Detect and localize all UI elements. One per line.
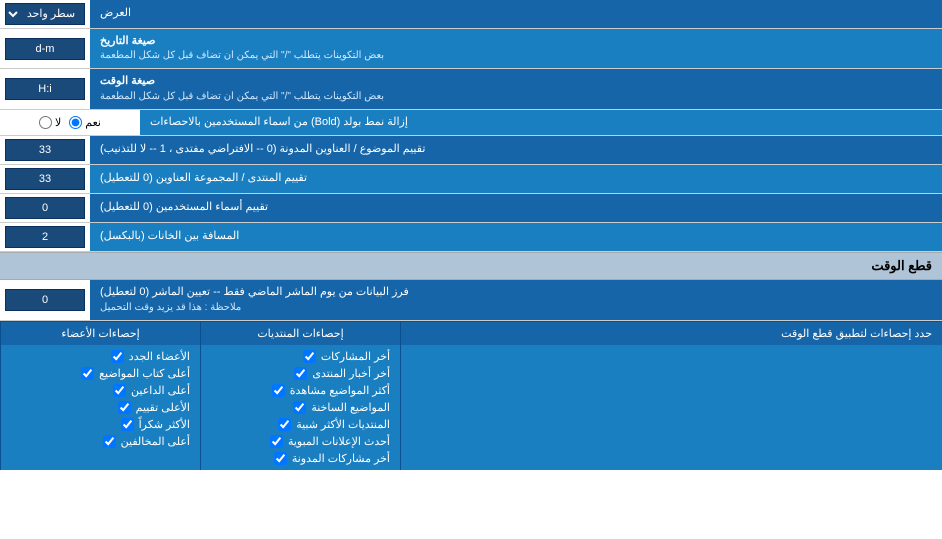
stats-col2-item-1: أعلى كتاب المواضيع bbox=[6, 365, 195, 382]
cutoff-input[interactable] bbox=[5, 289, 85, 311]
time-format-input-cell bbox=[0, 69, 90, 108]
display-mode-select[interactable]: سطر واحد سطران bbox=[5, 3, 85, 25]
sort-subjects-label: تقييم الموضوع / العناوين المدونة (0 -- ا… bbox=[90, 136, 942, 164]
stats-col2-item-4-label: الأكثر شكراً bbox=[139, 418, 190, 431]
stats-col1-item-5-checkbox[interactable] bbox=[270, 435, 283, 448]
stats-col2-item-1-checkbox[interactable] bbox=[81, 367, 94, 380]
stats-col1-item-1: أخر أخبار المنتدى bbox=[206, 365, 395, 382]
radio-no-label: لا bbox=[39, 116, 61, 129]
sort-forum-label: تقييم المنتدى / المجموعة العناوين (0 للت… bbox=[90, 165, 942, 193]
radio-yes-label: نعم bbox=[69, 116, 101, 129]
remove-bold-row: إزالة نمط بولد (Bold) من اسماء المستخدمي… bbox=[0, 110, 942, 136]
date-format-input-cell bbox=[0, 29, 90, 68]
cutoff-note: ملاحظة : هذا قد يزيد وقت التحميل bbox=[100, 301, 241, 315]
stats-col1-item-6: أخر مشاركات المدونة bbox=[206, 450, 395, 467]
gap-columns-row: المسافة بين الخانات (بالبكسل) bbox=[0, 223, 942, 252]
time-format-title: صيغة الوقت bbox=[100, 74, 155, 89]
stats-col1-item-5-label: أحدث الإعلانات المبوية bbox=[288, 435, 390, 448]
stats-col1-header: إحصاءات المنتديات bbox=[200, 322, 400, 345]
date-format-title: صيغة التاريخ bbox=[100, 34, 155, 49]
sort-forum-row: تقييم المنتدى / المجموعة العناوين (0 للت… bbox=[0, 165, 942, 194]
sort-forum-input[interactable] bbox=[5, 168, 85, 190]
stats-col2-item-2: أعلى الداعين bbox=[6, 382, 195, 399]
stats-col1-item-4-checkbox[interactable] bbox=[278, 418, 291, 431]
section-cutoff-title: قطع الوقت bbox=[871, 258, 932, 273]
stats-col2-item-3-label: الأعلى تقييم bbox=[136, 401, 190, 414]
stats-empty bbox=[400, 345, 942, 470]
sort-subjects-input-cell bbox=[0, 136, 90, 164]
stats-col2-item-0-label: الأعضاء الجدد bbox=[129, 350, 190, 363]
stats-col1-item-0: أخر المشاركات bbox=[206, 348, 395, 365]
sort-users-row: تقييم أسماء المستخدمين (0 للتعطيل) bbox=[0, 194, 942, 223]
stats-col2: الأعضاء الجدد أعلى كتاب المواضيع أعلى ال… bbox=[0, 345, 200, 470]
gap-columns-label: المسافة بين الخانات (بالبكسل) bbox=[90, 223, 942, 251]
date-format-row: صيغة التاريخ بعض التكوينات يتطلب "/" الت… bbox=[0, 29, 942, 69]
stats-col2-item-1-label: أعلى كتاب المواضيع bbox=[99, 367, 190, 380]
cutoff-row: فرز البيانات من يوم الماشر الماضي فقط --… bbox=[0, 280, 942, 320]
stats-col2-item-0-checkbox[interactable] bbox=[111, 350, 124, 363]
sort-subjects-input[interactable] bbox=[5, 139, 85, 161]
stats-col1-item-2-label: أكثر المواضيع مشاهدة bbox=[290, 384, 390, 397]
gap-columns-input-cell bbox=[0, 223, 90, 251]
time-format-note: بعض التكوينات يتطلب "/" التي يمكن ان تضا… bbox=[100, 90, 384, 104]
stats-col1: أخر المشاركات أخر أخبار المنتدى أكثر الم… bbox=[200, 345, 400, 470]
cutoff-label: فرز البيانات من يوم الماشر الماضي فقط --… bbox=[90, 280, 942, 319]
stats-col1-item-1-label: أخر أخبار المنتدى bbox=[312, 367, 390, 380]
stats-col2-item-3-checkbox[interactable] bbox=[118, 401, 131, 414]
stats-col1-item-4: المنتديات الأكثر شبية bbox=[206, 416, 395, 433]
stats-col2-item-4: الأكثر شكراً bbox=[6, 416, 195, 433]
date-format-label: صيغة التاريخ بعض التكوينات يتطلب "/" الت… bbox=[90, 29, 942, 68]
sort-users-input-cell bbox=[0, 194, 90, 222]
radio-no-text: لا bbox=[55, 116, 61, 129]
cutoff-main-text: فرز البيانات من يوم الماشر الماضي فقط --… bbox=[100, 285, 409, 300]
stats-col1-item-5: أحدث الإعلانات المبوية bbox=[206, 433, 395, 450]
time-format-input[interactable] bbox=[5, 78, 85, 100]
stats-col2-item-5-label: أعلى المخالفين bbox=[121, 435, 190, 448]
stats-col2-item-5: أعلى المخالفين bbox=[6, 433, 195, 450]
stats-col2-header: إحصاءات الأعضاء bbox=[0, 322, 200, 345]
stats-limit-label: حدد إحصاءات لتطبيق قطع الوقت bbox=[400, 322, 942, 345]
stats-col1-item-3-checkbox[interactable] bbox=[293, 401, 306, 414]
sort-forum-input-cell bbox=[0, 165, 90, 193]
section-cutoff-header: قطع الوقت bbox=[0, 252, 942, 280]
stats-col1-item-3-label: المواضيع الساخنة bbox=[311, 401, 390, 414]
date-format-input[interactable] bbox=[5, 38, 85, 60]
remove-bold-label: إزالة نمط بولد (Bold) من اسماء المستخدمي… bbox=[140, 110, 942, 135]
remove-bold-radio-cell: نعم لا bbox=[0, 110, 140, 135]
time-format-row: صيغة الوقت بعض التكوينات يتطلب "/" التي … bbox=[0, 69, 942, 109]
stats-col1-item-1-checkbox[interactable] bbox=[294, 367, 307, 380]
stats-col2-item-2-checkbox[interactable] bbox=[113, 384, 126, 397]
stats-col1-item-6-checkbox[interactable] bbox=[274, 452, 287, 465]
stats-col1-item-3: المواضيع الساخنة bbox=[206, 399, 395, 416]
sort-subjects-row: تقييم الموضوع / العناوين المدونة (0 -- ا… bbox=[0, 136, 942, 165]
stats-section: حدد إحصاءات لتطبيق قطع الوقت إحصاءات الم… bbox=[0, 321, 942, 470]
sort-users-label: تقييم أسماء المستخدمين (0 للتعطيل) bbox=[90, 194, 942, 222]
gap-columns-input[interactable] bbox=[5, 226, 85, 248]
radio-yes[interactable] bbox=[69, 116, 82, 129]
display-mode-row: العرض سطر واحد سطران bbox=[0, 0, 942, 29]
sort-users-input[interactable] bbox=[5, 197, 85, 219]
stats-col1-item-0-label: أخر المشاركات bbox=[321, 350, 390, 363]
stats-col2-item-2-label: أعلى الداعين bbox=[131, 384, 190, 397]
stats-col2-item-4-checkbox[interactable] bbox=[121, 418, 134, 431]
stats-col2-item-5-checkbox[interactable] bbox=[103, 435, 116, 448]
radio-no[interactable] bbox=[39, 116, 52, 129]
stats-header-row: حدد إحصاءات لتطبيق قطع الوقت إحصاءات الم… bbox=[0, 322, 942, 345]
display-mode-label: العرض bbox=[90, 0, 942, 28]
cutoff-input-cell bbox=[0, 280, 90, 319]
stats-col1-item-6-label: أخر مشاركات المدونة bbox=[292, 452, 390, 465]
stats-col2-item-3: الأعلى تقييم bbox=[6, 399, 195, 416]
stats-col1-item-0-checkbox[interactable] bbox=[303, 350, 316, 363]
stats-col1-item-2: أكثر المواضيع مشاهدة bbox=[206, 382, 395, 399]
display-mode-input-cell: سطر واحد سطران bbox=[0, 0, 90, 28]
stats-items-row: أخر المشاركات أخر أخبار المنتدى أكثر الم… bbox=[0, 345, 942, 470]
stats-col1-item-4-label: المنتديات الأكثر شبية bbox=[296, 418, 390, 431]
date-format-note: بعض التكوينات يتطلب "/" التي يمكن ان تضا… bbox=[100, 49, 384, 63]
stats-col1-item-2-checkbox[interactable] bbox=[272, 384, 285, 397]
time-format-label: صيغة الوقت بعض التكوينات يتطلب "/" التي … bbox=[90, 69, 942, 108]
radio-yes-text: نعم bbox=[85, 116, 101, 129]
stats-col2-item-0: الأعضاء الجدد bbox=[6, 348, 195, 365]
